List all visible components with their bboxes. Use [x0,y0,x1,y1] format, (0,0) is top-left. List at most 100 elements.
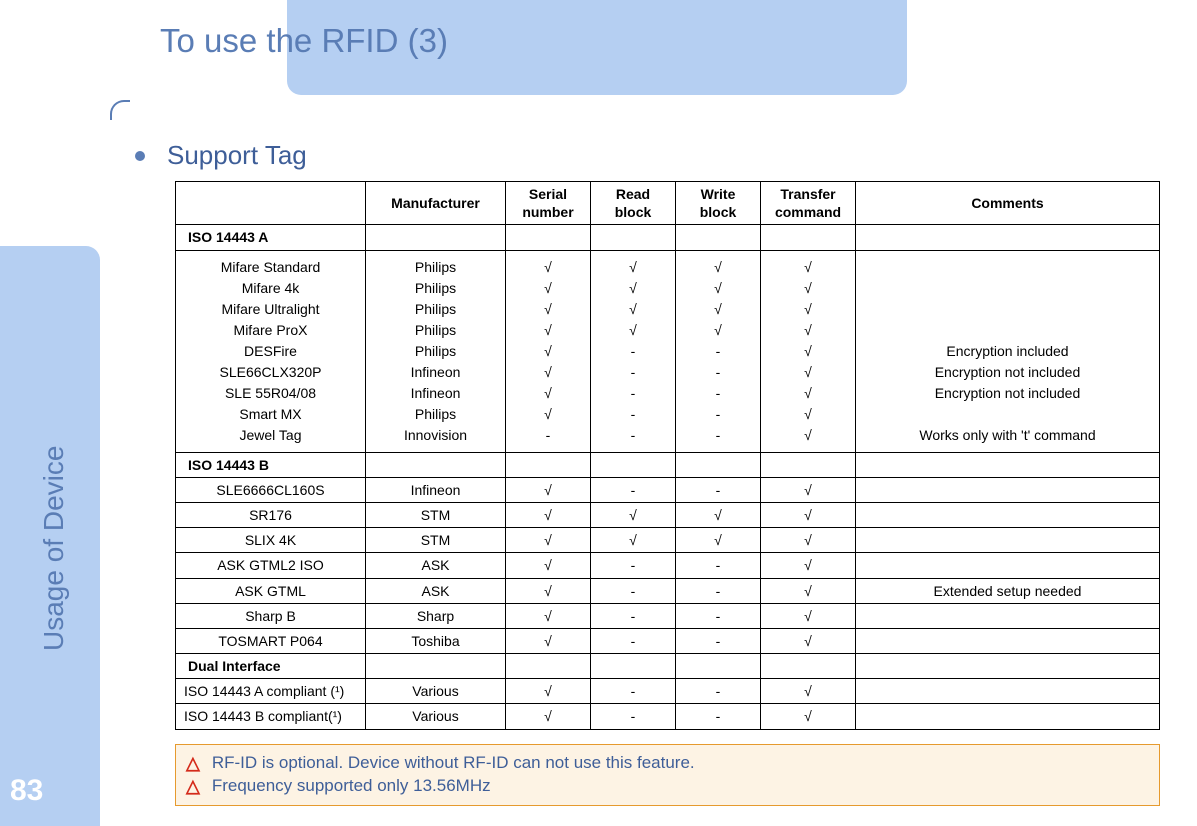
table-cell: √ [506,603,591,628]
table-cell: ASK GTML [176,578,366,603]
col-serial: Serial number [506,182,591,225]
table-header-row: Manufacturer Serial number Read block Wr… [176,182,1160,225]
warning-text: Frequency supported only 13.56MHz [212,776,491,796]
table-row: Dual Interface [176,654,1160,679]
col-manufacturer: Manufacturer [366,182,506,225]
warning-line: △ Frequency supported only 13.56MHz [186,776,1149,797]
table-row: ISO 14443 A compliant (¹)Various√--√ [176,679,1160,704]
table-cell: TOSMART P064 [176,628,366,653]
table-cell: Various [366,679,506,704]
table-cell [856,654,1160,679]
table-cell: Mifare Standard Mifare 4k Mifare Ultrali… [176,250,366,452]
table-cell: ISO 14443 A [176,225,366,250]
table-cell: √ [761,578,856,603]
table-row: ISO 14443 A [176,225,1160,250]
table-cell: - [591,704,676,729]
table-cell: √ [506,477,591,502]
table-cell: Sharp B [176,603,366,628]
table-cell: - [676,603,761,628]
table-cell: √ √ √ √ √ √ √ √ √ [761,250,856,452]
table-cell: √ [506,553,591,578]
table-cell [761,225,856,250]
table-cell [856,452,1160,477]
table-cell: - [676,628,761,653]
table-cell: √ [506,679,591,704]
table-cell: SR176 [176,502,366,527]
frame-corner [110,100,130,120]
table-cell: - [676,679,761,704]
table-cell [591,654,676,679]
table-cell [856,628,1160,653]
table-cell: - [591,553,676,578]
table-cell: STM [366,528,506,553]
table-cell [856,553,1160,578]
table-cell: - [676,704,761,729]
col-read: Read block [591,182,676,225]
table-cell: STM [366,502,506,527]
table-row: ASK GTMLASK√--√Extended setup needed [176,578,1160,603]
table-cell [366,225,506,250]
table-cell: √ √ √ √ √ √ √ √ - [506,250,591,452]
table-cell [506,225,591,250]
table-cell: √ [761,502,856,527]
table-row: ISO 14443 B [176,452,1160,477]
table-row: TOSMART P064Toshiba√--√ [176,628,1160,653]
table-cell: - [591,628,676,653]
table-cell [366,654,506,679]
table-row: ASK GTML2 ISOASK√--√ [176,553,1160,578]
table-cell: √ [761,528,856,553]
section-title: Support Tag [167,140,307,171]
table-cell: ASK [366,553,506,578]
table-cell: ISO 14443 A compliant (¹) [176,679,366,704]
table-cell: Encryption included Encryption not inclu… [856,250,1160,452]
bullet-icon [135,151,145,161]
table-cell [676,654,761,679]
table-cell: √ √ √ √ - - - - - [591,250,676,452]
table-cell [856,477,1160,502]
table-cell: √ [761,477,856,502]
table-cell: √ √ √ √ - - - - - [676,250,761,452]
support-table: Manufacturer Serial number Read block Wr… [175,181,1160,730]
table-cell [856,679,1160,704]
table-cell [676,452,761,477]
table-cell [676,225,761,250]
table-cell: √ [761,603,856,628]
warning-box: △ RF-ID is optional. Device without RF-I… [175,744,1160,806]
table-cell: √ [506,578,591,603]
table-cell [761,452,856,477]
table-cell: - [591,679,676,704]
content: Support Tag Manufacturer Serial number R… [120,140,1170,806]
table-cell: - [676,553,761,578]
table-cell [591,452,676,477]
table-cell: ISO 14443 B compliant(¹) [176,704,366,729]
table-cell: √ [506,704,591,729]
page-title: To use the RFID (3) [160,22,448,60]
page-number: 83 [10,774,43,808]
table-cell: - [591,477,676,502]
table-cell: Toshiba [366,628,506,653]
table-cell: - [591,578,676,603]
table-cell [591,225,676,250]
table-cell: √ [676,502,761,527]
table-cell: - [676,477,761,502]
col-blank [176,182,366,225]
warning-icon: △ [186,753,200,774]
table-cell: Extended setup needed [856,578,1160,603]
table-cell: Dual Interface [176,654,366,679]
table-row: SLIX 4KSTM√√√√ [176,528,1160,553]
table-cell [761,654,856,679]
table-cell: Sharp [366,603,506,628]
table-cell [856,502,1160,527]
table-cell: √ [506,628,591,653]
table-row: Mifare Standard Mifare 4k Mifare Ultrali… [176,250,1160,452]
table-cell: √ [591,528,676,553]
table-cell: √ [506,502,591,527]
table-cell: √ [761,553,856,578]
table-cell: √ [676,528,761,553]
table-cell: - [591,603,676,628]
table-row: SR176STM√√√√ [176,502,1160,527]
warning-line: △ RF-ID is optional. Device without RF-I… [186,753,1149,774]
table-cell [856,528,1160,553]
table-row: SLE6666CL160SInfineon√--√ [176,477,1160,502]
table-cell: - [676,578,761,603]
